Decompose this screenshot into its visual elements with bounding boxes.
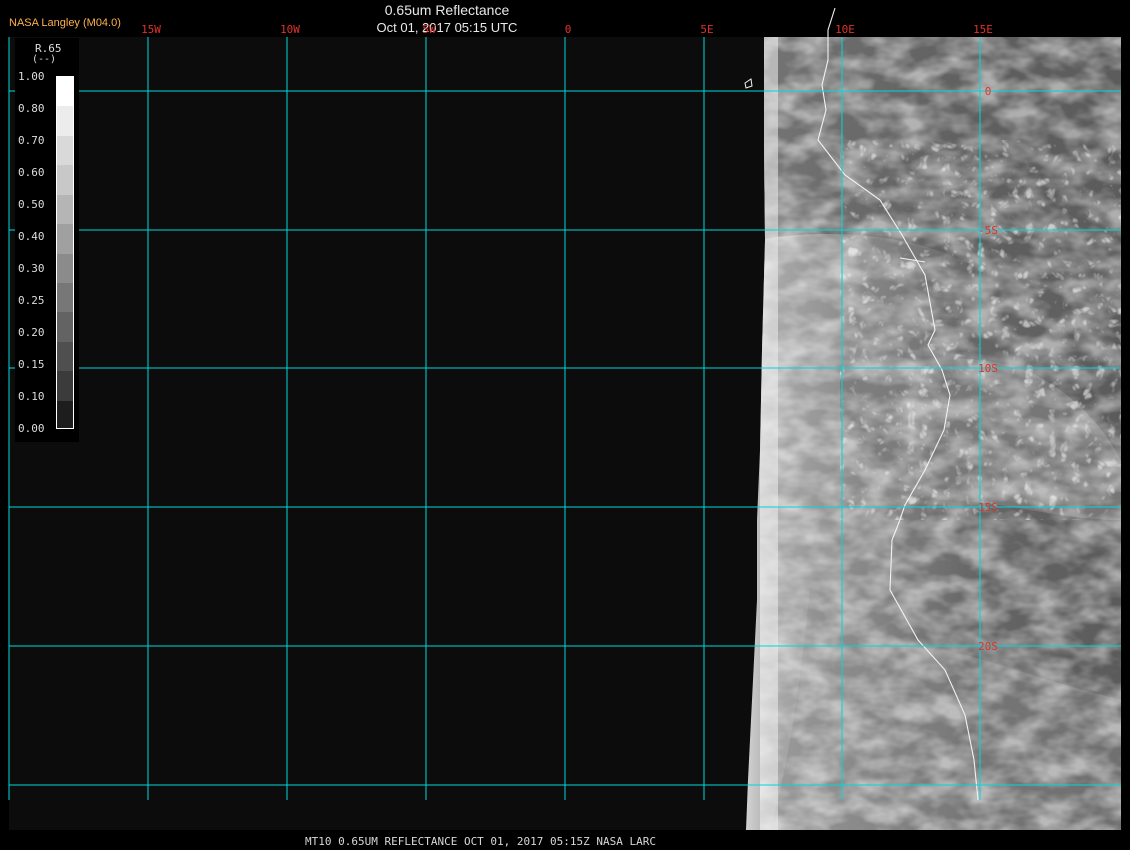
longitude-label: 5W (422, 23, 436, 36)
legend-tick-label: 1.00 (18, 70, 45, 83)
legend-swatch (57, 106, 73, 137)
legend-swatch (57, 135, 73, 166)
legend-tick-label: 0.25 (18, 294, 45, 307)
reflectance-map: 15W 10W 5W 0 5E 10E 15E 0 -5S 10S 15S 20S (8, 7, 1121, 830)
legend-scale: 1.00 0.80 0.70 0.60 0.50 0.40 0.30 0.25 0.20 0.15… (18, 70, 56, 435)
legend-swatch (57, 224, 73, 255)
longitude-label: 0 (565, 23, 572, 36)
legend-tick-label: 0.40 (18, 230, 45, 243)
legend-swatch (57, 77, 73, 107)
legend-tick-label: 0.50 (18, 198, 45, 211)
legend-tick-label: 0.10 (18, 390, 45, 403)
legend-swatch (57, 371, 73, 402)
latitude-label: -5S (978, 224, 998, 237)
latitude-label: 15S (978, 501, 998, 514)
longitude-label: 15W (141, 23, 161, 36)
legend-swatch (57, 253, 73, 284)
longitude-label: 15E (973, 23, 993, 36)
satellite-imagery-view: NASA Langley (M04.0) 0.65um Reflectance … (0, 0, 1130, 850)
legend-tick-label: 0.80 (18, 102, 45, 115)
legend-swatch (57, 165, 73, 196)
longitude-label: 10W (280, 23, 300, 36)
legend-color-ramp (56, 76, 74, 429)
longitude-label: 5E (700, 23, 713, 36)
legend-swatch (57, 194, 73, 225)
legend-tick-label: 0.15 (18, 358, 45, 371)
longitude-label: 10E (835, 23, 855, 36)
color-legend: R.65 (--) 1.00 0.80 0.70 0.60 0.50 0.40 0.30 0.… (15, 38, 79, 442)
legend-tick-label: 0.70 (18, 134, 45, 147)
legend-tick-label: 0.30 (18, 262, 45, 275)
legend-swatch (57, 282, 73, 313)
latitude-label: 20S (978, 640, 998, 653)
legend-tick-label: 0.20 (18, 326, 45, 339)
footer-caption: MT10 0.65UM REFLECTANCE OCT 01, 2017 05:… (305, 835, 656, 848)
legend-tick-label: 0.00 (18, 422, 45, 435)
legend-unit: (--) (32, 54, 57, 65)
legend-tick-label: 0.60 (18, 166, 45, 179)
legend-swatch (57, 312, 73, 343)
latitude-label: 0 (985, 85, 992, 98)
latitude-label: 10S (978, 362, 998, 375)
legend-swatch (57, 400, 73, 428)
legend-swatch (57, 341, 73, 372)
